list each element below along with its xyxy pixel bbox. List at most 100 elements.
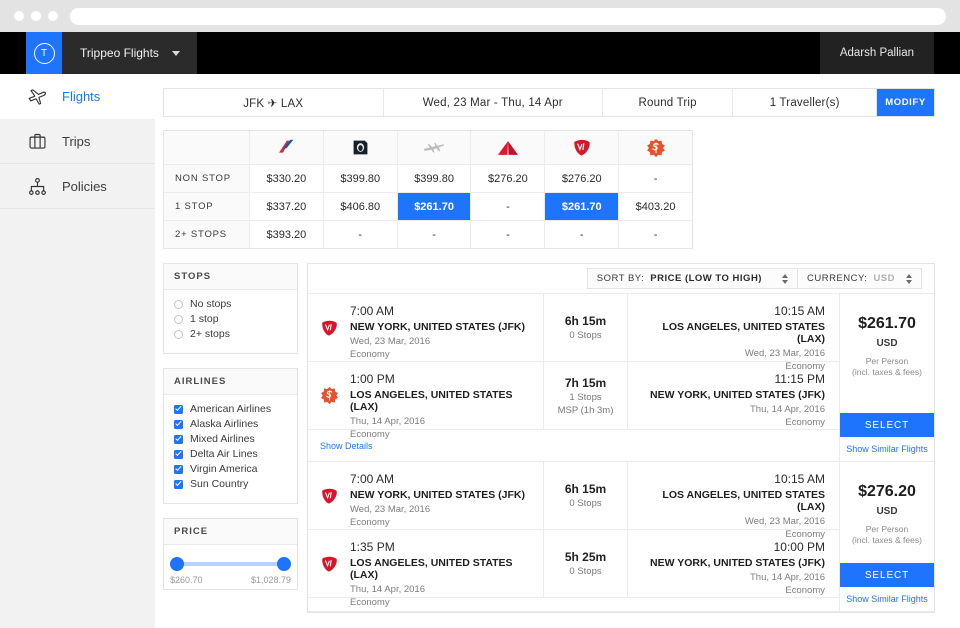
matrix-price-cell[interactable]: - xyxy=(398,221,472,248)
virgin-america-logo xyxy=(319,319,339,337)
airline-option-virgin[interactable]: Virgin America xyxy=(174,463,287,475)
browser-url-input[interactable] xyxy=(70,8,946,25)
airline-option-mixed[interactable]: Mixed Airlines xyxy=(174,433,287,445)
app-logo[interactable]: T xyxy=(26,32,62,74)
matrix-price-cell[interactable]: - xyxy=(471,221,545,248)
route-field[interactable]: JFK ✈ LAX xyxy=(164,89,384,116)
select-flight-button[interactable]: SELECT xyxy=(840,563,934,587)
leg-arrival: 10:00 PM NEW YORK, UNITED STATES (JFK) T… xyxy=(628,530,839,597)
matrix-price-cell[interactable]: - xyxy=(545,221,619,248)
matrix-price-cell[interactable]: - xyxy=(324,221,398,248)
sort-by-label: SORT BY: xyxy=(597,273,644,284)
checkbox-icon[interactable] xyxy=(174,480,183,489)
slider-handle-max[interactable] xyxy=(277,557,291,571)
matrix-price-cell[interactable]: $330.20 xyxy=(250,165,324,192)
matrix-price-cell[interactable]: $337.20 xyxy=(250,193,324,220)
dates-field[interactable]: Wed, 23 Mar - Thu, 14 Apr xyxy=(384,89,604,116)
matrix-price-cell-selected[interactable]: $261.70 xyxy=(545,193,619,220)
matrix-airline-alaska[interactable] xyxy=(324,131,398,164)
airline-option-delta[interactable]: Delta Air Lines xyxy=(174,448,287,460)
price-max-label: $1,028.79 xyxy=(251,575,291,585)
checkbox-icon[interactable] xyxy=(174,405,183,414)
sort-by-select[interactable]: SORT BY: PRICE (LOW TO HIGH) xyxy=(588,269,798,288)
arrival-class: Economy xyxy=(638,585,825,596)
matrix-price-cell[interactable]: - xyxy=(619,165,692,192)
leg-arrival: 10:15 AM LOS ANGELES, UNITED STATES (LAX… xyxy=(628,294,839,361)
currency-select[interactable]: CURRENCY: USD xyxy=(798,269,921,288)
matrix-price-cell[interactable]: $276.20 xyxy=(471,165,545,192)
matrix-airline-suncountry[interactable] xyxy=(619,131,692,164)
virgin-america-logo xyxy=(319,487,339,505)
checkbox-icon[interactable] xyxy=(174,435,183,444)
airline-option-suncountry[interactable]: Sun Country xyxy=(174,478,287,490)
radio-icon[interactable] xyxy=(174,315,183,324)
matrix-airline-delta[interactable] xyxy=(471,131,545,164)
leg-airline-logo xyxy=(308,362,350,429)
sidebar-item-policies[interactable]: Policies xyxy=(0,164,155,209)
window-controls[interactable] xyxy=(14,11,58,21)
flight-leg-outbound: 7:00 AM NEW YORK, UNITED STATES (JFK) We… xyxy=(308,462,839,530)
select-flight-button[interactable]: SELECT xyxy=(840,413,934,437)
leg-duration: 7h 15m 1 Stops MSP (1h 3m) xyxy=(543,362,628,429)
sidebar-item-label: Trips xyxy=(62,134,90,149)
duration-value: 6h 15m xyxy=(565,314,606,328)
matrix-price-cell[interactable]: $406.80 xyxy=(324,193,398,220)
show-similar-flights-link[interactable]: Show Similar Flights xyxy=(846,444,928,454)
departure-city: NEW YORK, UNITED STATES (JFK) xyxy=(350,489,537,501)
airline-option-alaska[interactable]: Alaska Airlines xyxy=(174,418,287,430)
matrix-airline-american[interactable] xyxy=(250,131,324,164)
stops-option-1-stop[interactable]: 1 stop xyxy=(174,313,287,325)
slider-handle-min[interactable] xyxy=(170,557,184,571)
stops-value: 0 Stops xyxy=(569,566,601,577)
arrival-city: LOS ANGELES, UNITED STATES (LAX) xyxy=(638,321,825,345)
show-details-link[interactable]: Show Details xyxy=(320,441,373,451)
header-spacer xyxy=(197,32,820,74)
sidebar-item-flights[interactable]: Flights xyxy=(0,74,155,119)
departure-class: Economy xyxy=(350,349,537,360)
modify-button[interactable]: MODIFY xyxy=(877,89,934,116)
matrix-airline-virgin[interactable] xyxy=(545,131,619,164)
trip-type-field[interactable]: Round Trip xyxy=(603,89,733,116)
checkbox-icon[interactable] xyxy=(174,420,183,429)
checkbox-icon[interactable] xyxy=(174,465,183,474)
matrix-price-cell[interactable]: $276.20 xyxy=(545,165,619,192)
leg-departure: 7:00 AM NEW YORK, UNITED STATES (JFK) We… xyxy=(350,294,543,361)
price-range-slider[interactable] xyxy=(170,557,291,571)
sort-by-value: PRICE (LOW TO HIGH) xyxy=(650,273,762,284)
leg-duration: 5h 25m 0 Stops xyxy=(543,530,628,597)
close-window-dot[interactable] xyxy=(14,11,24,21)
leg-airline-logo xyxy=(308,294,350,361)
matrix-airline-mixed[interactable] xyxy=(398,131,472,164)
matrix-price-cell[interactable]: $399.80 xyxy=(398,165,472,192)
departure-date: Wed, 23 Mar, 2016 xyxy=(350,336,537,347)
brand-menu[interactable]: Trippeo Flights xyxy=(62,32,197,74)
stops-option-no-stops[interactable]: No stops xyxy=(174,298,287,310)
user-name: Adarsh Pallian xyxy=(840,47,914,59)
currency-value: USD xyxy=(873,273,895,284)
departure-city: LOS ANGELES, UNITED STATES (LAX) xyxy=(350,389,537,413)
minimize-window-dot[interactable] xyxy=(31,11,41,21)
travellers-field[interactable]: 1 Traveller(s) xyxy=(733,89,877,116)
flight-result-card: 7:00 AM NEW YORK, UNITED STATES (JFK) We… xyxy=(308,462,934,612)
stops-option-2plus-stops[interactable]: 2+ stops xyxy=(174,328,287,340)
radio-icon[interactable] xyxy=(174,330,183,339)
show-similar-flights-link[interactable]: Show Similar Flights xyxy=(846,594,928,604)
airline-option-american[interactable]: American Airlines xyxy=(174,403,287,415)
flight-result-card: 7:00 AM NEW YORK, UNITED STATES (JFK) We… xyxy=(308,294,934,462)
departure-time: 1:00 PM xyxy=(350,372,537,386)
matrix-price-cell[interactable]: - xyxy=(619,221,692,248)
matrix-price-cell[interactable]: $393.20 xyxy=(250,221,324,248)
maximize-window-dot[interactable] xyxy=(48,11,58,21)
results-list: SORT BY: PRICE (LOW TO HIGH) CURRENCY: U… xyxy=(307,263,935,613)
matrix-price-cell-selected[interactable]: $261.70 xyxy=(398,193,472,220)
matrix-price-cell[interactable]: - xyxy=(471,193,545,220)
sidebar-item-trips[interactable]: Trips xyxy=(0,119,155,164)
matrix-price-cell[interactable]: $403.20 xyxy=(619,193,692,220)
checkbox-icon[interactable] xyxy=(174,450,183,459)
radio-icon[interactable] xyxy=(174,300,183,309)
chevron-down-icon xyxy=(172,51,180,56)
user-menu[interactable]: Adarsh Pallian xyxy=(820,32,934,74)
matrix-price-cell[interactable]: $399.80 xyxy=(324,165,398,192)
departure-date: Thu, 14 Apr, 2016 xyxy=(350,416,537,427)
price-filter-panel: PRICE $260.70 $1,028.79 xyxy=(163,518,298,590)
